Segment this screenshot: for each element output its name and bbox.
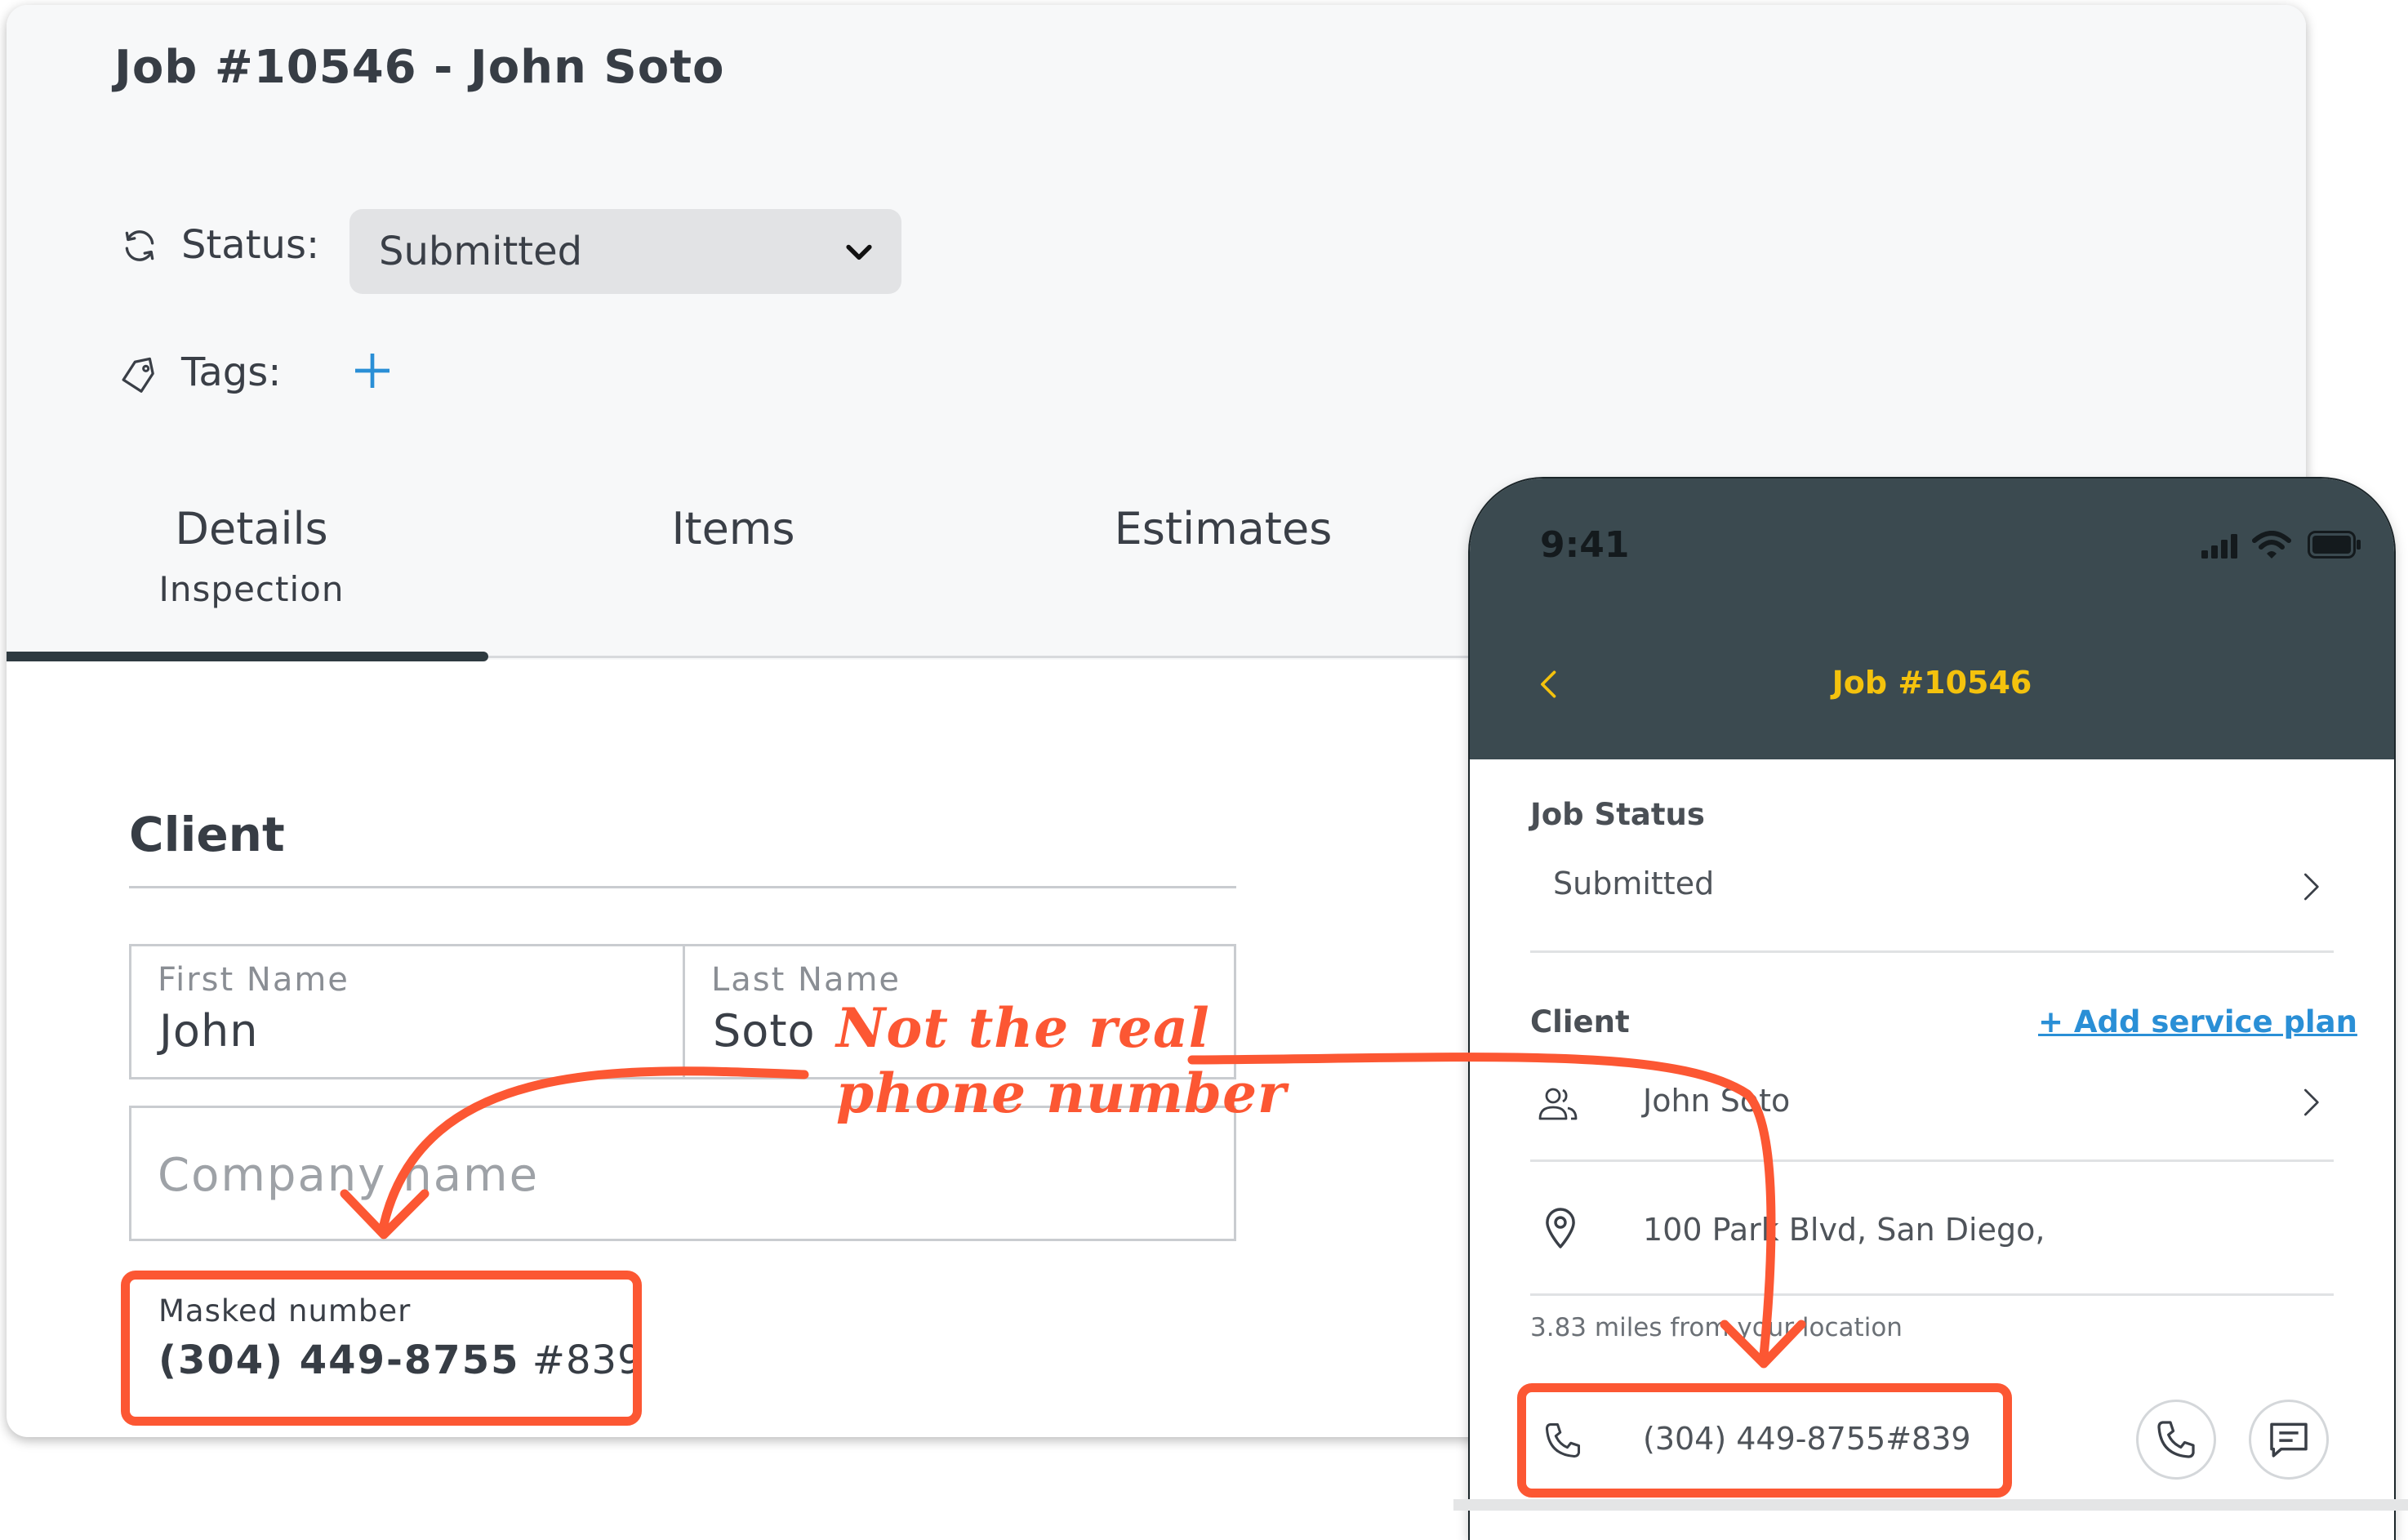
annotation-arrows <box>340 1053 1806 1369</box>
annotation-note-line1: Not the real <box>836 996 1210 1060</box>
annotation-note-line2: phone number <box>836 1062 1287 1125</box>
